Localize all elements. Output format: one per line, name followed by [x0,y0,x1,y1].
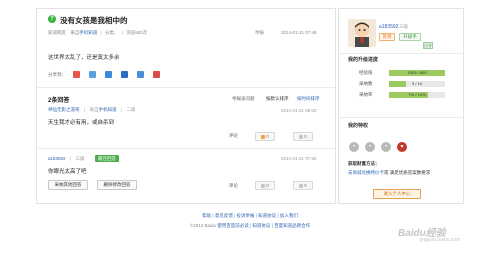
meta-sep: | [69,156,72,161]
downvote-button[interactable]: 0 [293,181,313,190]
upgrade-progress-heading: 我的升级进度 [348,57,379,63]
stat-label: 采纳率 [359,92,373,97]
footer-feedback[interactable]: 意见反馈 [215,213,233,218]
tieba-share-icon[interactable] [137,71,144,78]
stat-bar: 7% / 10% [389,92,445,98]
divider [37,87,335,88]
stat-value: 1009 / 800 [407,70,427,75]
meta-sep: | [120,107,123,112]
downvote-count: 0 [304,134,307,139]
answer-text: 天生我才必有用，或自杀到 [48,120,115,126]
copyright-text: ©2014 Baidu [189,223,216,228]
signin-button[interactable]: 签到 [379,33,395,41]
thumbs-down-icon [299,183,304,188]
comment-link[interactable]: 评论 [229,183,238,189]
footer-help[interactable]: 帮助 [202,213,211,218]
footer-links: 帮助 | 意见反馈 | 投诉举报 | 知道协议 | 加入我们 [202,213,298,218]
tencent-weibo-share-icon[interactable] [105,71,112,78]
privileges-heading: 我的特权 [348,123,369,129]
answer-2-meta: a183592 | 三级 [48,156,84,162]
answer-user[interactable]: a183592 [48,156,66,161]
report-link[interactable]: 举报 [255,30,264,36]
answer-time: 2014-01-21 07:55 [281,156,317,161]
upvote-button[interactable]: 0 [255,132,275,141]
question-title: 没有女孩是我相中的 [60,16,128,25]
stat-bar: 1009 / 800 [389,70,445,76]
coins-text-rest: 或 满足优质答案数要求 [384,170,431,175]
source-link[interactable]: 手机知道 [98,107,116,112]
stat-bar: 3 / 10 [389,81,445,87]
divider [339,117,463,118]
view-count: 浏览582次 [126,30,148,35]
sidebar-level: 三级 [399,24,408,29]
answer-tag[interactable]: 回答 [423,42,433,49]
answer-time: 2014-01-21 09:02 [281,108,317,113]
asker-name: 知道网友 [48,30,66,35]
privilege-icon-2[interactable]: • [365,142,375,152]
stat-label: 采纳数 [359,81,373,86]
qzone-share-icon[interactable] [89,71,96,78]
footer-agreement[interactable]: 知道协议 [258,213,276,218]
answer-level: 二级 [126,107,136,112]
upgrade-button[interactable]: 升级手 [399,33,421,41]
thumbs-up-icon [261,134,266,139]
question-meta: 知道网友 来自手机知道 | 分类： | 浏览582次 [48,30,147,36]
thumbs-down-icon [299,134,304,139]
upvote-count: 0 [266,134,269,139]
accept-other-answer-button[interactable]: 采纳其他回答 [48,180,88,190]
coins-label: 获取财富方法： [348,161,380,166]
answer-1-meta: 神仙无影之道哥 | 来自手机知道 | 二级 [48,107,135,113]
report-question-link[interactable]: 举报该问题 [232,96,255,102]
edit-answer-button[interactable]: 删除修改回答 [97,180,137,190]
best-answer-badge: 最佳回答 [95,155,119,162]
meta-sep: | [83,107,86,112]
footer-brand-coop[interactable]: 百度知道品牌合作 [274,223,310,228]
stat-label: 经验值 [359,70,373,75]
category-label: 分类： [104,30,119,35]
stat-value: 7% / 10% [408,92,426,97]
stat-value: 3 / 10 [411,81,422,86]
meta-from-prefix: 来自 [70,30,80,35]
sort-default[interactable]: 按默认排序 [266,96,289,102]
downvote-button[interactable]: 0 [293,132,313,141]
coins-text: 去商城兑换特价卡或 满足优质答案数要求 [348,170,430,176]
meta-sep: | [121,30,123,35]
answers-count: 2条回答 [48,98,70,104]
downvote-count: 0 [304,183,307,188]
question-body: 这世界太乱了，还是寞太多余 [48,55,120,61]
footer-join[interactable]: 加入我们 [280,213,298,218]
privilege-icon-3[interactable]: • [381,142,391,152]
share-label: 分享到： [48,72,66,77]
avatar-icon [355,22,369,47]
watermark-url: jingyan.baidu.com [420,237,461,243]
question-panel: ? 没有女孩是我相中的 知道网友 来自手机知道 | 分类： | 浏览582次 举… [36,8,336,204]
comment-link[interactable]: 评论 [229,133,238,139]
sidebar-username[interactable]: a183592 [379,24,398,30]
user-center-button[interactable]: 进入个人中心 [373,189,421,199]
avatar[interactable] [348,19,376,47]
thumbs-up-icon [261,183,266,188]
douban-share-icon[interactable] [153,71,160,78]
upvote-button[interactable]: 0 [255,181,275,190]
trash-icon[interactable]: ▾ [397,142,407,152]
user-sidebar: a183592 三级 签到 升级手 回答 我的升级进度 经验值 1009 / 8… [338,8,464,204]
answer-user[interactable]: 神仙无影之道哥 [48,107,80,112]
renren-share-icon[interactable] [121,71,128,78]
source-link[interactable]: 手机知道 [79,30,97,35]
mall-link[interactable]: 去商城兑换特价卡 [348,170,384,175]
footer-readme[interactable]: 使用百度前必读 [217,223,249,228]
footer-protocol[interactable]: 知道协议 [252,223,270,228]
footer-complaint[interactable]: 投诉举报 [237,213,255,218]
question-mark-icon: ? [48,15,56,23]
privilege-icon-1[interactable]: • [349,142,359,152]
sort-by-time[interactable]: 按时间排序 [297,96,320,102]
upvote-count: 0 [266,183,269,188]
answer-text: 你眼光太高了吧 [48,169,87,175]
divider [339,53,463,54]
weibo-share-icon[interactable] [73,71,80,78]
meta-sep: | [100,30,102,35]
divider [37,148,335,149]
question-time: 2014-01-21 07:48 [281,30,317,35]
answer-level: 三级 [75,156,85,161]
